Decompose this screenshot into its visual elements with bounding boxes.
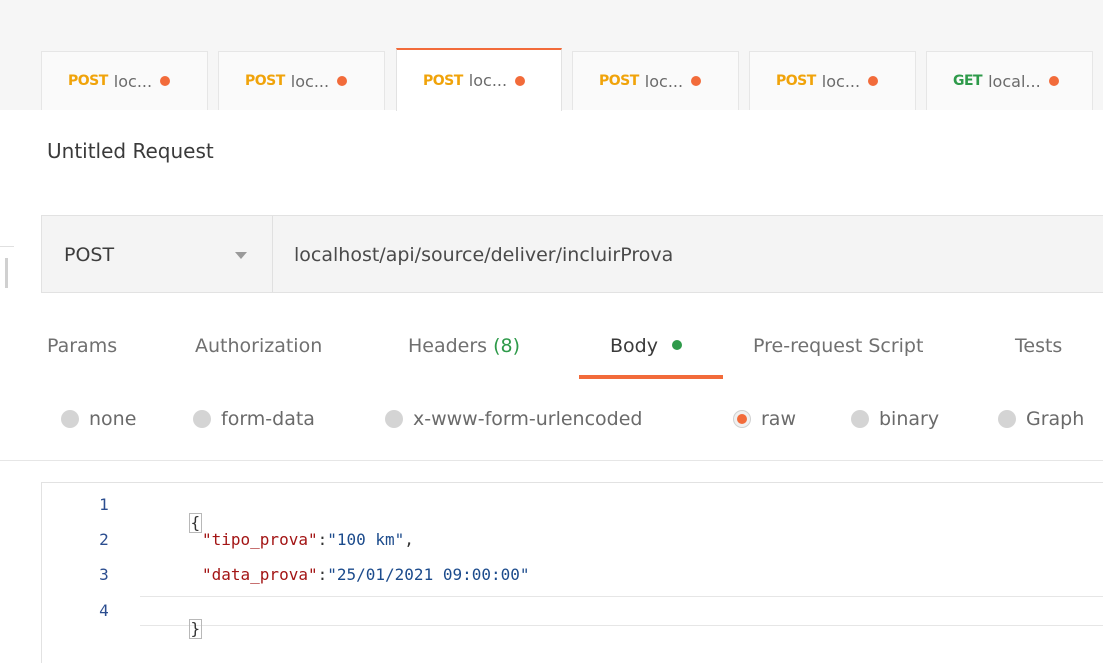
radio-label: Graph: [1026, 408, 1085, 430]
headers-count-badge: (8): [493, 335, 521, 357]
line-number: 3: [99, 565, 109, 584]
code-line-1: {: [150, 494, 203, 552]
tab-url-label: loc...: [644, 71, 684, 91]
radio-label: form-data: [221, 408, 315, 430]
caret-down-icon: [235, 252, 247, 259]
json-comma: ,: [404, 530, 414, 549]
radio-none[interactable]: none: [61, 408, 136, 430]
tab-method-label: POST: [423, 72, 463, 89]
active-tab-underline: [579, 375, 723, 379]
request-tab-1[interactable]: POST loc...: [41, 51, 208, 110]
radio-circle-selected: [733, 410, 751, 428]
tab-url-label: loc...: [290, 71, 330, 91]
radio-x-www-form-urlencoded[interactable]: x-www-form-urlencoded: [385, 408, 642, 430]
tab-tests[interactable]: Tests: [1015, 335, 1062, 357]
body-indicator-dot-icon: [672, 339, 683, 350]
radio-label: raw: [761, 408, 796, 430]
tab-params[interactable]: Params: [47, 335, 117, 357]
radio-circle: [61, 410, 79, 428]
radio-circle: [193, 410, 211, 428]
unsaved-dot-icon: [1048, 76, 1059, 86]
radio-label: none: [89, 408, 137, 430]
editor-gutter: 1 2 3 4: [42, 483, 140, 663]
method-dropdown[interactable]: POST: [42, 216, 273, 292]
url-input[interactable]: localhost/api/source/deliver/incluirProv…: [294, 244, 673, 266]
tab-headers[interactable]: Headers (8): [408, 335, 520, 357]
body-code-editor[interactable]: 1 2 3 4 { "tipo_prova":"100 km", "data_p…: [41, 482, 1103, 663]
request-tab-5[interactable]: POST loc...: [749, 51, 916, 110]
json-value: "100 km": [327, 530, 405, 549]
request-tab-6[interactable]: GET local...: [926, 51, 1093, 110]
tab-method-label: POST: [776, 73, 816, 89]
json-value: "25/01/2021 09:00:00": [327, 565, 530, 584]
radio-label: binary: [879, 408, 940, 430]
json-key: "data_prova": [202, 565, 318, 584]
tab-method-label: POST: [245, 73, 285, 89]
radio-graphql[interactable]: Graph: [998, 408, 1084, 430]
unsaved-dot-icon: [160, 76, 171, 86]
json-key: "tipo_prova": [202, 530, 318, 549]
section-divider: [0, 460, 1103, 461]
unsaved-dot-icon: [515, 75, 526, 86]
tab-pre-request-script[interactable]: Pre-request Script: [753, 335, 923, 357]
open-brace: {: [188, 513, 203, 533]
tab-url-label: loc...: [113, 71, 153, 91]
tab-url-label: local...: [988, 71, 1041, 91]
close-brace: }: [188, 619, 203, 639]
unsaved-dot-icon: [691, 76, 702, 86]
tab-body[interactable]: Body: [610, 335, 683, 357]
json-colon: :: [317, 565, 328, 584]
code-line-3: "data_prova":"25/01/2021 09:00:00": [202, 565, 530, 584]
code-line-2: "tipo_prova":"100 km",: [202, 530, 414, 549]
code-line-4: }: [150, 600, 203, 658]
radio-binary[interactable]: binary: [851, 408, 939, 430]
tab-url-label: loc...: [468, 71, 508, 90]
radio-circle: [998, 410, 1016, 428]
sidebar-divider: [0, 246, 14, 247]
method-dropdown-value: POST: [64, 244, 115, 266]
unsaved-dot-icon: [868, 76, 879, 86]
url-bar: POST localhost/api/source/deliver/inclui…: [41, 215, 1103, 293]
line-number: 2: [99, 530, 109, 549]
radio-raw[interactable]: raw: [733, 408, 796, 430]
json-colon: :: [317, 530, 328, 549]
request-tab-strip: POST loc... POST loc... POST loc... POST…: [0, 0, 1103, 111]
tab-authorization[interactable]: Authorization: [195, 335, 322, 357]
request-tab-3-active[interactable]: POST loc...: [396, 48, 562, 111]
sidebar-scrollbar[interactable]: [5, 258, 8, 288]
tab-headers-label: Headers: [408, 335, 488, 357]
tab-method-label: GET: [953, 73, 983, 89]
request-tab-4[interactable]: POST loc...: [572, 51, 739, 110]
unsaved-dot-icon: [337, 76, 348, 86]
line-number: 4: [99, 601, 109, 620]
tab-method-label: POST: [68, 73, 108, 89]
radio-form-data[interactable]: form-data: [193, 408, 315, 430]
active-line-highlight: [140, 596, 1103, 626]
tab-body-label: Body: [610, 335, 658, 357]
line-number: 1: [99, 495, 109, 514]
radio-label: x-www-form-urlencoded: [413, 408, 643, 430]
tab-url-label: loc...: [821, 71, 861, 91]
request-title[interactable]: Untitled Request: [47, 139, 214, 163]
radio-circle: [851, 410, 869, 428]
radio-circle: [385, 410, 403, 428]
request-tab-2[interactable]: POST loc...: [218, 51, 385, 110]
tab-method-label: POST: [599, 73, 639, 89]
